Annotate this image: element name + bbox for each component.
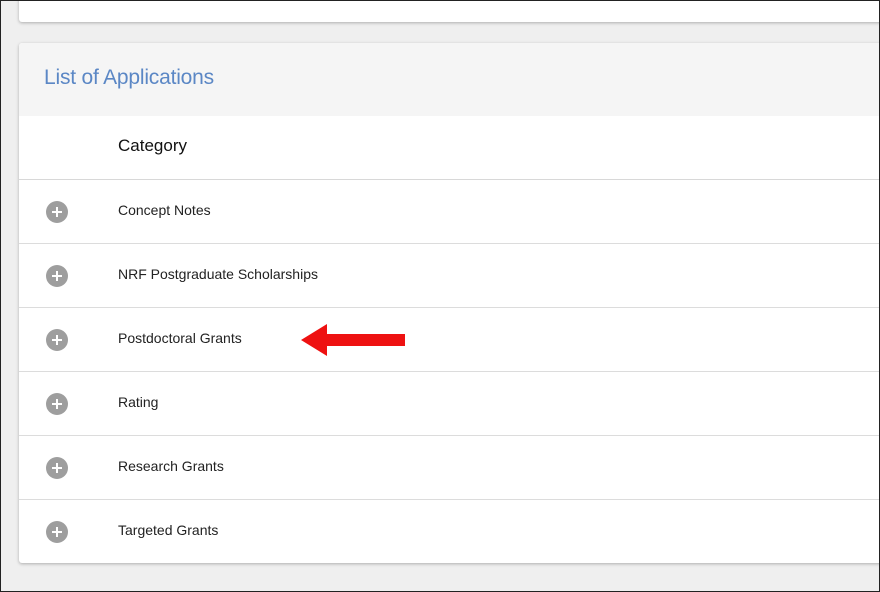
category-row-postdoctoral-grants[interactable]: Postdoctoral Grants: [19, 308, 879, 372]
screenshot-frame: List of Applications Category Concept No…: [0, 0, 880, 592]
plus-circle-icon: [52, 335, 62, 345]
plus-circle-icon: [52, 463, 62, 473]
plus-circle-icon: [52, 207, 62, 217]
expand-postdoctoral-grants-button[interactable]: [46, 329, 68, 351]
category-label: NRF Postgraduate Scholarships: [118, 266, 318, 282]
category-label: Concept Notes: [118, 202, 211, 218]
plus-circle-icon: [52, 527, 62, 537]
previous-panel: [19, 1, 879, 22]
category-label: Research Grants: [118, 458, 224, 474]
applications-panel: List of Applications Category Concept No…: [19, 43, 879, 563]
expand-rating-button[interactable]: [46, 393, 68, 415]
panel-header: List of Applications: [19, 43, 879, 116]
category-row-nrf-postgraduate-scholarships[interactable]: NRF Postgraduate Scholarships: [19, 244, 879, 308]
column-header-category[interactable]: Category: [118, 136, 187, 156]
category-label: Postdoctoral Grants: [118, 330, 242, 346]
category-row-targeted-grants[interactable]: Targeted Grants: [19, 500, 879, 563]
expand-concept-notes-button[interactable]: [46, 201, 68, 223]
plus-circle-icon: [52, 399, 62, 409]
panel-title: List of Applications: [44, 66, 214, 89]
category-label: Targeted Grants: [118, 522, 219, 538]
red-arrow-annotation-icon: [301, 324, 405, 356]
expand-research-grants-button[interactable]: [46, 457, 68, 479]
expand-targeted-grants-button[interactable]: [46, 521, 68, 543]
plus-circle-icon: [52, 271, 62, 281]
category-row-research-grants[interactable]: Research Grants: [19, 436, 879, 500]
category-row-concept-notes[interactable]: Concept Notes: [19, 180, 879, 244]
expand-nrf-postgraduate-scholarships-button[interactable]: [46, 265, 68, 287]
category-label: Rating: [118, 394, 159, 410]
table-header: Category: [19, 116, 879, 180]
category-row-rating[interactable]: Rating: [19, 372, 879, 436]
